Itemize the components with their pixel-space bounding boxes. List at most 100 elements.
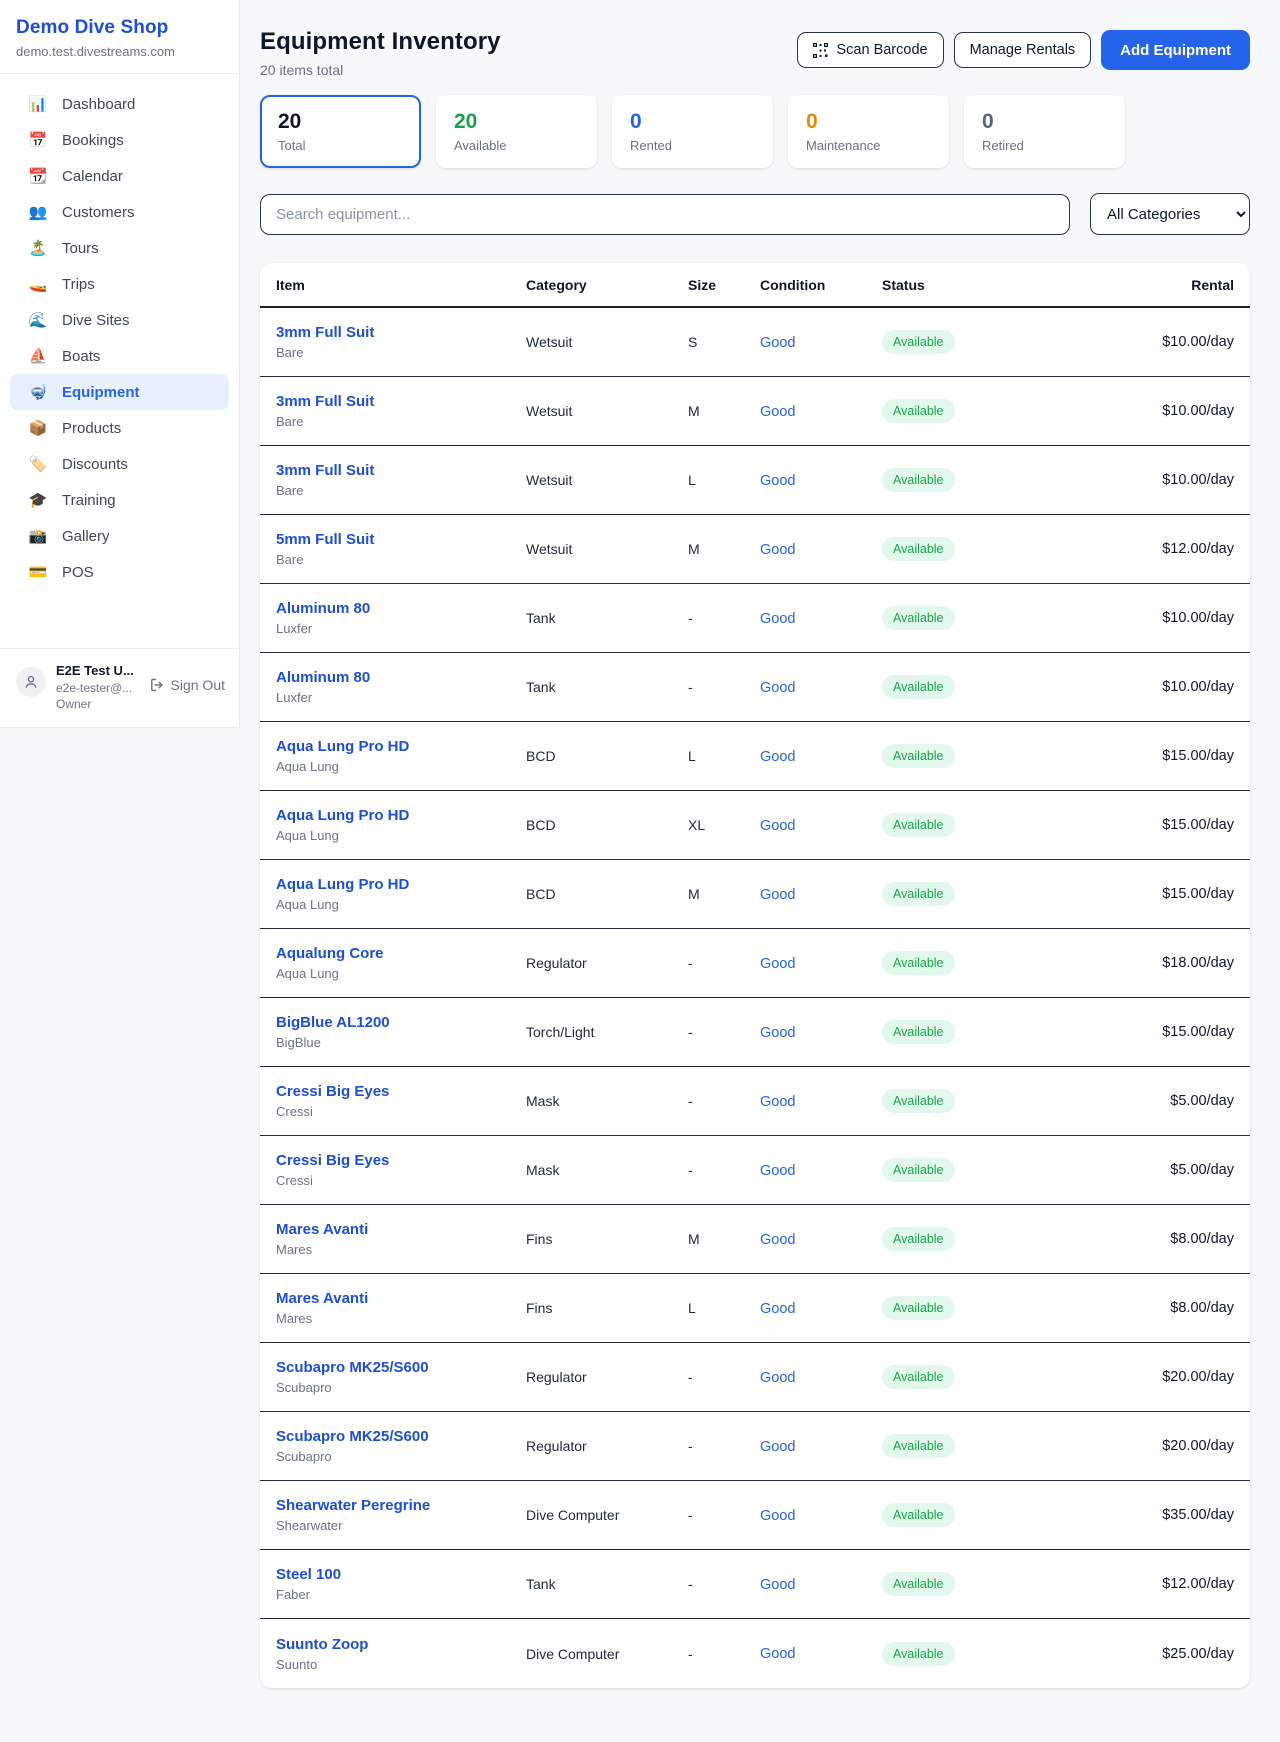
- status-cell: Available: [882, 1158, 1009, 1182]
- item-link[interactable]: Aluminum 80: [276, 669, 370, 686]
- rental-cell: $8.00/day: [1009, 1231, 1234, 1247]
- condition-link[interactable]: Good: [760, 1646, 795, 1662]
- condition-link[interactable]: Good: [760, 956, 795, 972]
- condition-link[interactable]: Good: [760, 818, 795, 834]
- user-role: Owner: [56, 697, 134, 713]
- sidebar-item-trips[interactable]: 🚤 Trips: [10, 266, 229, 302]
- manage-rentals-button[interactable]: Manage Rentals: [954, 32, 1092, 68]
- main-content: Equipment Inventory 20 items total: [240, 0, 1280, 1688]
- condition-link[interactable]: Good: [760, 335, 795, 351]
- category-cell: Tank: [526, 1576, 688, 1592]
- item-link[interactable]: Cressi Big Eyes: [276, 1083, 389, 1100]
- status-cell: Available: [882, 399, 1009, 423]
- condition-link[interactable]: Good: [760, 1163, 795, 1179]
- item-link[interactable]: Cressi Big Eyes: [276, 1152, 389, 1169]
- scan-barcode-label: Scan Barcode: [836, 42, 927, 58]
- sidebar-item-customers[interactable]: 👥 Customers: [10, 194, 229, 230]
- sidebar-item-pos[interactable]: 💳 POS: [10, 554, 229, 590]
- table-row: Scubapro MK25/S600 Scubapro Regulator - …: [260, 1343, 1250, 1412]
- stat-card-rented[interactable]: 0 Rented: [612, 95, 773, 168]
- size-cell: -: [688, 1093, 760, 1109]
- condition-link[interactable]: Good: [760, 1370, 795, 1386]
- item-link[interactable]: Mares Avanti: [276, 1290, 368, 1307]
- person-icon: [23, 674, 39, 690]
- sidebar-item-bookings[interactable]: 📅 Bookings: [10, 122, 229, 158]
- item-link[interactable]: Aqua Lung Pro HD: [276, 807, 409, 824]
- item-link[interactable]: Shearwater Peregrine: [276, 1497, 430, 1514]
- stat-value: 0: [806, 110, 931, 133]
- item-link[interactable]: 5mm Full Suit: [276, 531, 374, 548]
- item-cell: Aqualung Core Aqua Lung: [276, 945, 526, 981]
- item-link[interactable]: Aqua Lung Pro HD: [276, 876, 409, 893]
- stat-card-maintenance[interactable]: 0 Maintenance: [788, 95, 949, 168]
- item-link[interactable]: 3mm Full Suit: [276, 462, 374, 479]
- add-equipment-button[interactable]: Add Equipment: [1101, 30, 1250, 70]
- item-brand: Mares: [276, 1311, 526, 1326]
- condition-link[interactable]: Good: [760, 473, 795, 489]
- condition-link[interactable]: Good: [760, 611, 795, 627]
- sidebar-item-calendar[interactable]: 📆 Calendar: [10, 158, 229, 194]
- condition-link[interactable]: Good: [760, 1232, 795, 1248]
- category-filter[interactable]: All Categories: [1090, 193, 1250, 235]
- item-cell: Cressi Big Eyes Cressi: [276, 1083, 526, 1119]
- stat-card-available[interactable]: 20 Available: [436, 95, 597, 168]
- sidebar-item-boats[interactable]: ⛵ Boats: [10, 338, 229, 374]
- item-link[interactable]: Aqualung Core: [276, 945, 384, 962]
- stat-card-total[interactable]: 20 Total: [260, 95, 421, 168]
- condition-link[interactable]: Good: [760, 1577, 795, 1593]
- condition-cell: Good: [760, 1507, 882, 1524]
- rental-cell: $5.00/day: [1009, 1162, 1234, 1178]
- rental-cell: $12.00/day: [1009, 541, 1234, 557]
- category-cell: Regulator: [526, 1438, 688, 1454]
- stat-card-retired[interactable]: 0 Retired: [964, 95, 1125, 168]
- scan-barcode-button[interactable]: Scan Barcode: [797, 32, 943, 68]
- item-brand: Luxfer: [276, 690, 526, 705]
- item-link[interactable]: Scubapro MK25/S600: [276, 1428, 429, 1445]
- brand-title[interactable]: Demo Dive Shop: [16, 17, 223, 39]
- sidebar-item-gallery[interactable]: 📸 Gallery: [10, 518, 229, 554]
- condition-link[interactable]: Good: [760, 542, 795, 558]
- item-link[interactable]: 3mm Full Suit: [276, 324, 374, 341]
- nav-item-icon: 📸: [28, 527, 48, 545]
- condition-cell: Good: [760, 748, 882, 765]
- status-badge: Available: [882, 882, 955, 906]
- item-link[interactable]: Aluminum 80: [276, 600, 370, 617]
- sidebar-item-products[interactable]: 📦 Products: [10, 410, 229, 446]
- item-link[interactable]: Mares Avanti: [276, 1221, 368, 1238]
- condition-link[interactable]: Good: [760, 1025, 795, 1041]
- condition-link[interactable]: Good: [760, 1439, 795, 1455]
- sidebar-item-equipment[interactable]: 🤿 Equipment: [10, 374, 229, 410]
- condition-link[interactable]: Good: [760, 680, 795, 696]
- search-input[interactable]: [260, 194, 1070, 235]
- condition-cell: Good: [760, 1093, 882, 1110]
- nav-item-label: Bookings: [62, 132, 124, 149]
- item-link[interactable]: Suunto Zoop: [276, 1636, 368, 1653]
- sidebar-item-discounts[interactable]: 🏷️ Discounts: [10, 446, 229, 482]
- condition-cell: Good: [760, 1162, 882, 1179]
- item-link[interactable]: Scubapro MK25/S600: [276, 1359, 429, 1376]
- condition-link[interactable]: Good: [760, 1094, 795, 1110]
- sidebar-item-dive-sites[interactable]: 🌊 Dive Sites: [10, 302, 229, 338]
- size-cell: L: [688, 472, 760, 488]
- rental-cell: $15.00/day: [1009, 1024, 1234, 1040]
- sidebar-item-tours[interactable]: 🏝️ Tours: [10, 230, 229, 266]
- sidebar-item-training[interactable]: 🎓 Training: [10, 482, 229, 518]
- condition-link[interactable]: Good: [760, 749, 795, 765]
- item-link[interactable]: Aqua Lung Pro HD: [276, 738, 409, 755]
- sign-out-button[interactable]: Sign Out: [149, 677, 225, 693]
- condition-link[interactable]: Good: [760, 887, 795, 903]
- condition-link[interactable]: Good: [760, 1508, 795, 1524]
- table-row: Steel 100 Faber Tank - Good Available $1…: [260, 1550, 1250, 1619]
- item-link[interactable]: 3mm Full Suit: [276, 393, 374, 410]
- status-cell: Available: [882, 1020, 1009, 1044]
- sidebar-item-dashboard[interactable]: 📊 Dashboard: [10, 86, 229, 122]
- condition-link[interactable]: Good: [760, 1301, 795, 1317]
- table-row: 3mm Full Suit Bare Wetsuit L Good Availa…: [260, 446, 1250, 515]
- item-link[interactable]: Steel 100: [276, 1566, 341, 1583]
- table-row: BigBlue AL1200 BigBlue Torch/Light - Goo…: [260, 998, 1250, 1067]
- column-header-rental: Rental: [1009, 277, 1234, 293]
- item-brand: Bare: [276, 414, 526, 429]
- condition-link[interactable]: Good: [760, 404, 795, 420]
- item-link[interactable]: BigBlue AL1200: [276, 1014, 390, 1031]
- status-badge: Available: [882, 1642, 955, 1666]
